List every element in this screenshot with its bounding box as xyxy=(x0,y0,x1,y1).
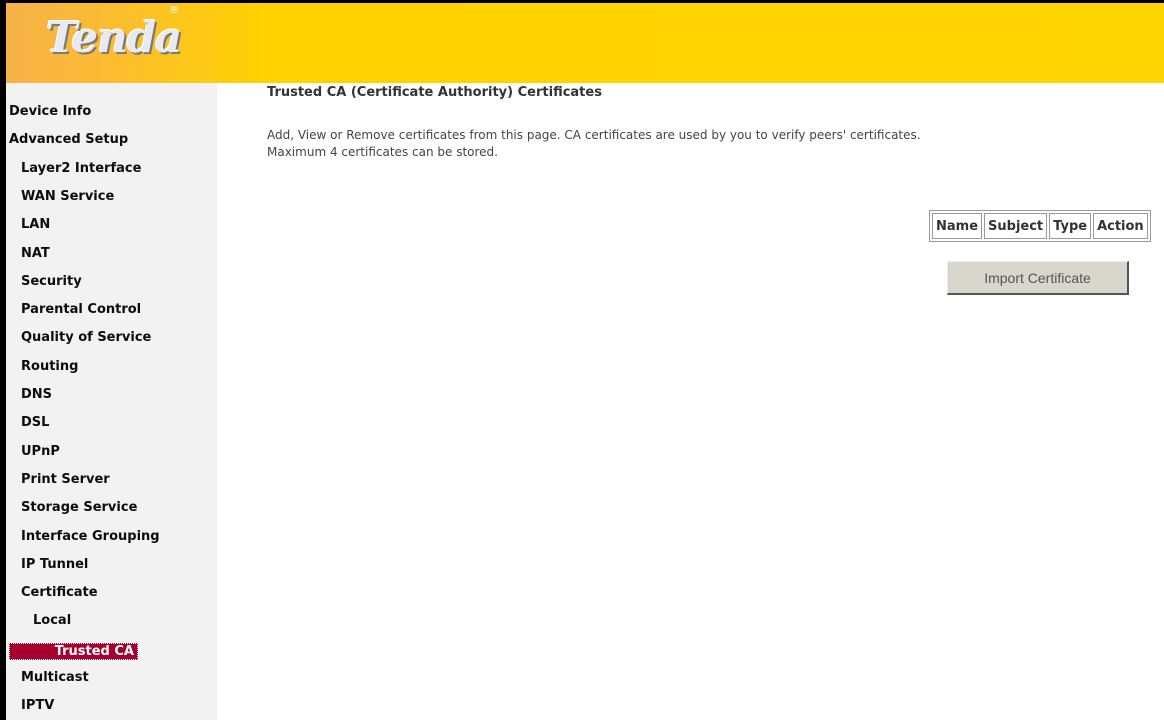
page-title: Trusted CA (Certificate Authority) Certi… xyxy=(267,85,602,100)
sidebar-item-nat[interactable]: NAT xyxy=(21,246,50,261)
tenda-logo: Tenda xyxy=(46,13,182,63)
sidebar-item-local[interactable]: Local xyxy=(33,613,71,628)
logo-text: Tenda xyxy=(46,13,182,62)
sidebar-item-ip-tunnel[interactable]: IP Tunnel xyxy=(21,557,88,572)
sidebar-item-quality-of-service[interactable]: Quality of Service xyxy=(21,330,151,345)
sidebar-item-wan-service[interactable]: WAN Service xyxy=(21,189,114,204)
sidebar: Device Info Advanced Setup Layer2 Interfac… xyxy=(6,83,217,720)
sidebar-item-storage-service[interactable]: Storage Service xyxy=(21,500,137,515)
sidebar-item-advanced-setup[interactable]: Advanced Setup xyxy=(9,132,128,147)
column-header-subject: Subject xyxy=(984,213,1048,239)
sidebar-item-parental-control[interactable]: Parental Control xyxy=(21,302,141,317)
description-line-1: Add, View or Remove certificates from th… xyxy=(267,128,921,142)
sidebar-item-dsl[interactable]: DSL xyxy=(21,415,49,430)
sidebar-item-certificate[interactable]: Certificate xyxy=(21,585,98,600)
sidebar-item-trusted-ca[interactable]: Trusted CA xyxy=(9,643,138,660)
sidebar-item-iptv[interactable]: IPTV xyxy=(21,698,54,713)
column-header-type: Type xyxy=(1049,213,1092,239)
table-header-row: Name Subject Type Action xyxy=(932,213,1148,239)
sidebar-item-dns[interactable]: DNS xyxy=(21,387,52,402)
registered-mark: ® xyxy=(169,5,179,16)
sidebar-item-multicast[interactable]: Multicast xyxy=(21,670,89,685)
column-header-action: Action xyxy=(1093,213,1148,239)
column-header-name: Name xyxy=(932,213,983,239)
import-certificate-button[interactable]: Import Certificate xyxy=(947,261,1129,295)
sidebar-item-routing[interactable]: Routing xyxy=(21,359,78,374)
sidebar-item-interface-grouping[interactable]: Interface Grouping xyxy=(21,529,160,544)
sidebar-item-security[interactable]: Security xyxy=(21,274,82,289)
sidebar-item-lan[interactable]: LAN xyxy=(21,217,50,232)
sidebar-item-print-server[interactable]: Print Server xyxy=(21,472,110,487)
main-content: Trusted CA (Certificate Authority) Certi… xyxy=(217,83,1164,720)
page-description: Add, View or Remove certificates from th… xyxy=(267,127,921,161)
description-line-2: Maximum 4 certificates can be stored. xyxy=(267,145,498,159)
header-banner: Tenda ® xyxy=(6,3,1164,83)
certificate-table: Name Subject Type Action xyxy=(929,210,1151,242)
sidebar-item-device-info[interactable]: Device Info xyxy=(9,104,91,119)
sidebar-item-layer2-interface[interactable]: Layer2 Interface xyxy=(21,161,141,176)
sidebar-item-upnp[interactable]: UPnP xyxy=(21,444,60,459)
